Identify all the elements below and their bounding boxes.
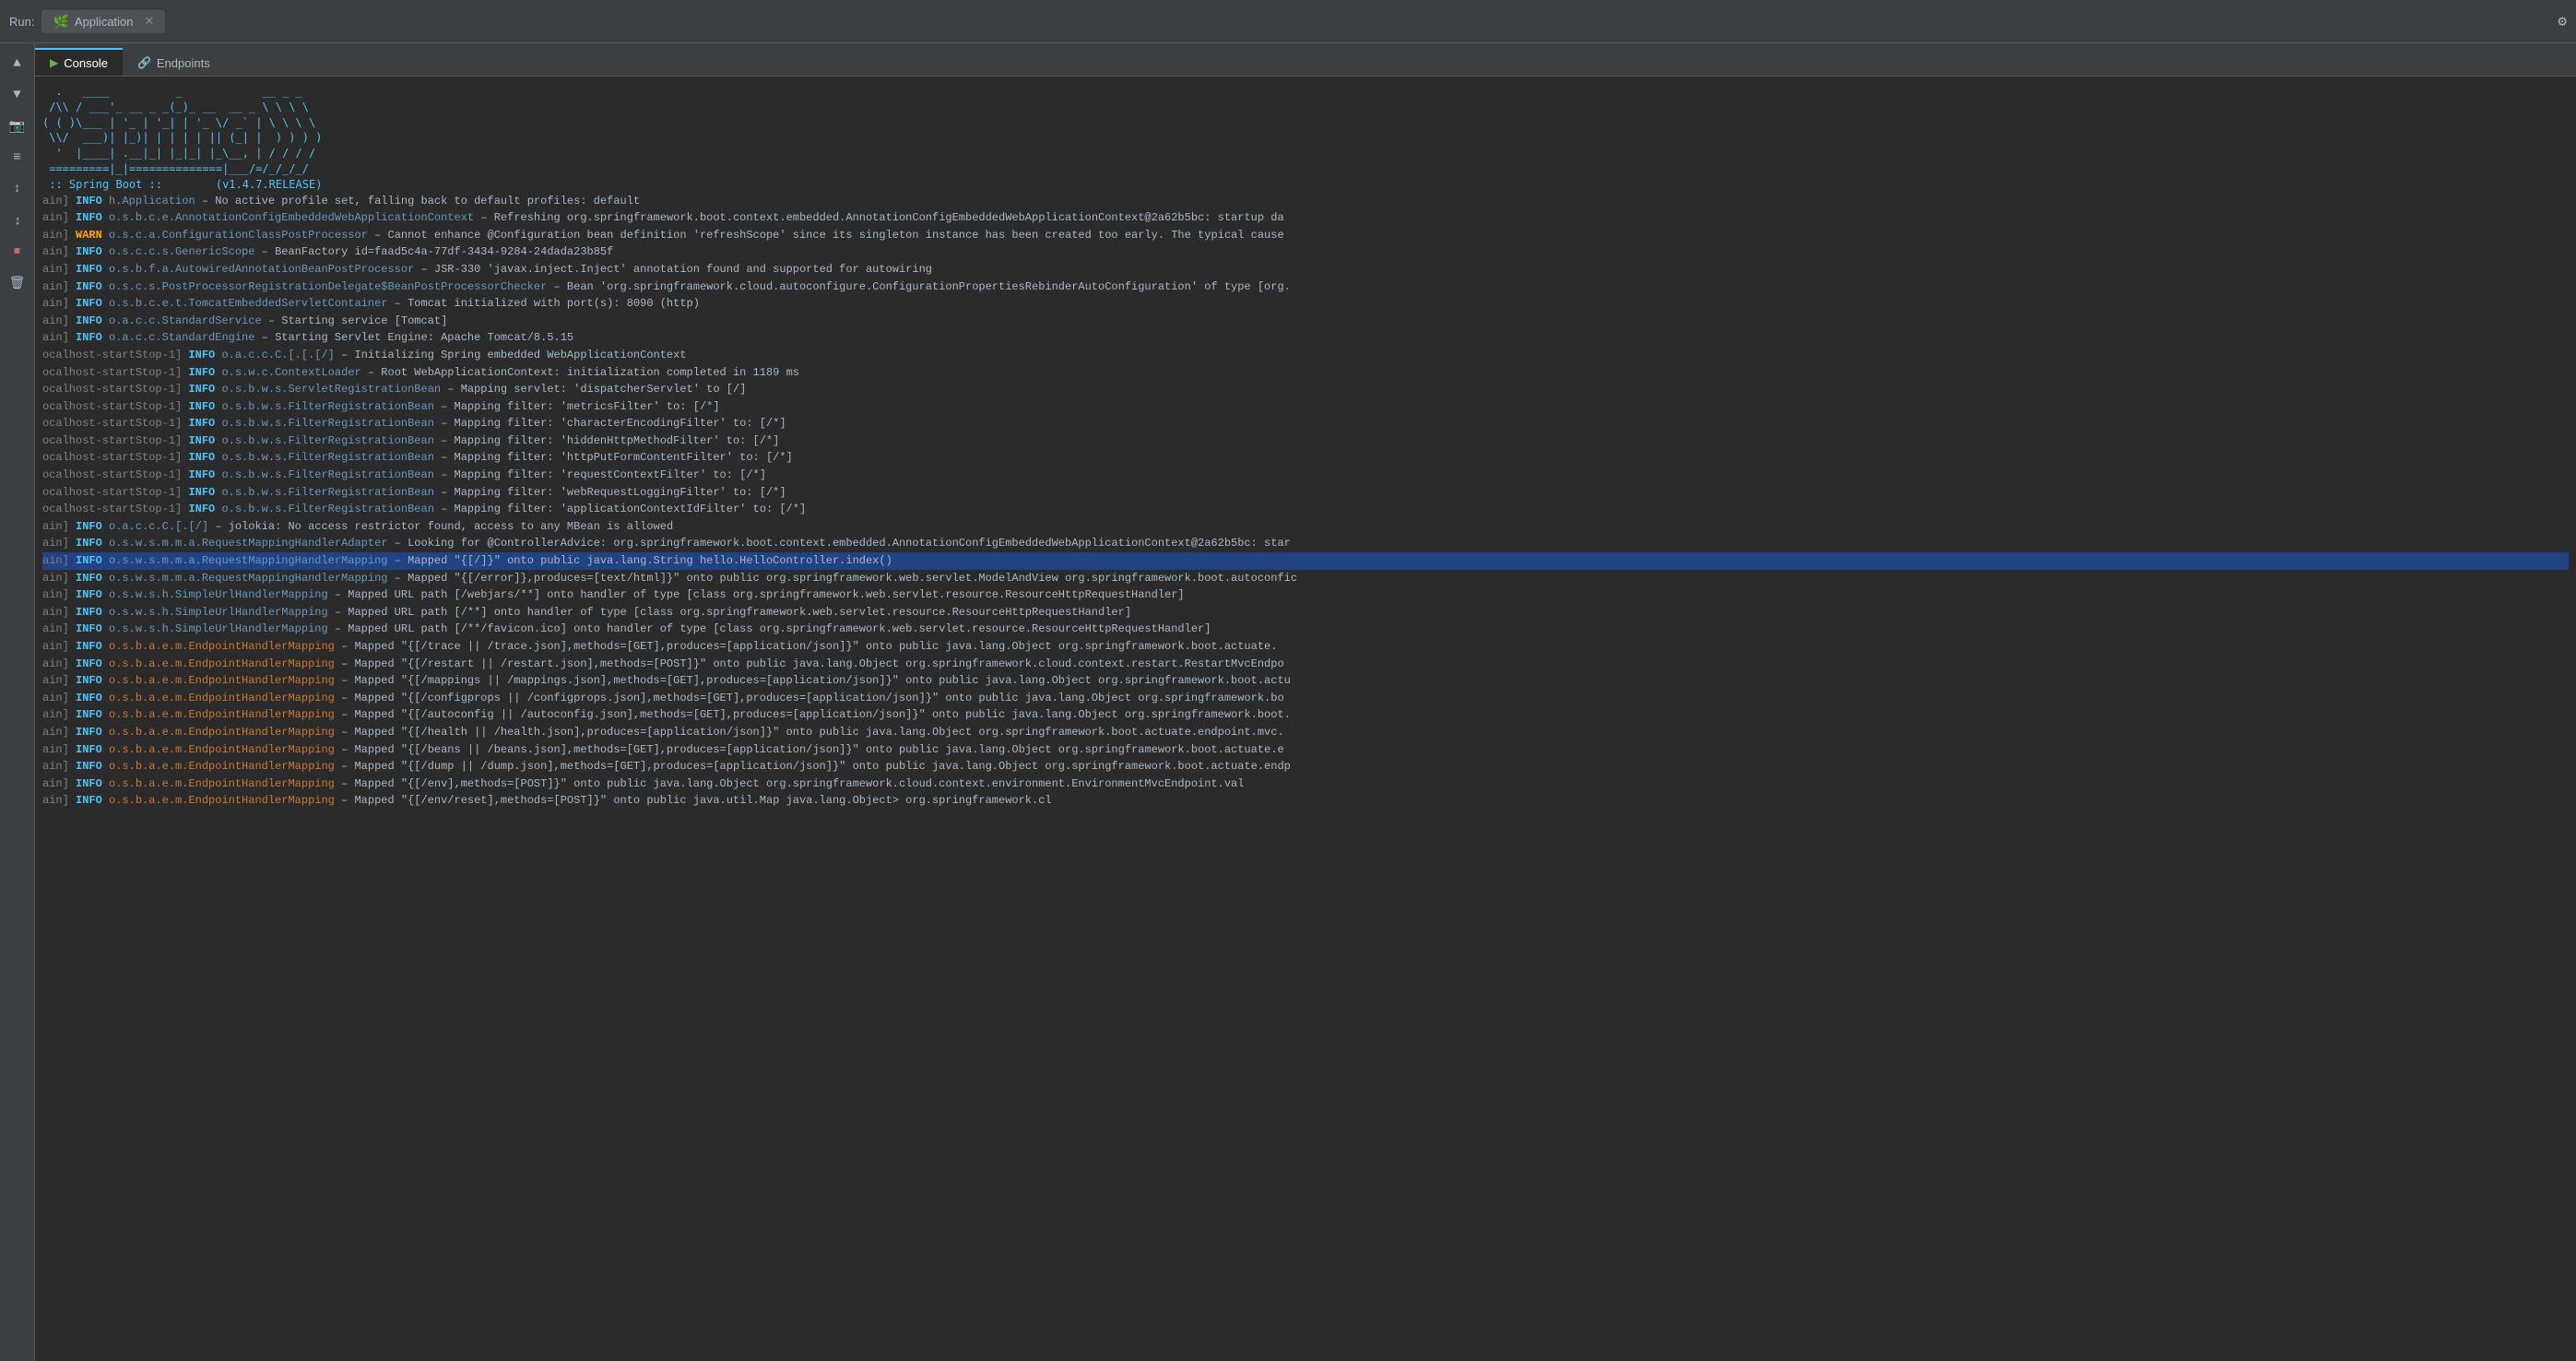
log-line: ain] INFO o.s.w.s.m.m.a.RequestMappingHa… xyxy=(42,570,2569,587)
log-container: ain] INFO h.Application – No active prof… xyxy=(42,193,2569,810)
log-line: ocalhost-startStop-1] INFO o.s.b.w.s.Fil… xyxy=(42,398,2569,416)
log-line: ain] INFO o.s.b.c.e.AnnotationConfigEmbe… xyxy=(42,209,2569,227)
console-output[interactable]: . ____ _ __ _ _ /\\ / ___'_ __ _ _(_)_ _… xyxy=(35,77,2576,1361)
log-line: ain] INFO o.s.b.a.e.m.EndpointHandlerMap… xyxy=(42,638,2569,656)
log-line: ain] INFO h.Application – No active prof… xyxy=(42,193,2569,210)
log-line: ocalhost-startStop-1] INFO o.s.b.w.s.Fil… xyxy=(42,449,2569,467)
log-line: ain] INFO o.s.w.s.m.m.a.RequestMappingHa… xyxy=(42,535,2569,552)
log-line: ain] INFO o.s.b.a.e.m.EndpointHandlerMap… xyxy=(42,706,2569,724)
log-line: ain] INFO o.s.b.c.e.t.TomcatEmbeddedServ… xyxy=(42,295,2569,313)
screenshot-button[interactable]: 📷 xyxy=(5,113,30,139)
log-line: ain] INFO o.s.w.s.h.SimpleUrlHandlerMapp… xyxy=(42,604,2569,621)
tab-endpoints[interactable]: 🔗 Endpoints xyxy=(123,48,225,76)
log-line: ain] INFO o.s.b.a.e.m.EndpointHandlerMap… xyxy=(42,741,2569,759)
scroll-up-button[interactable]: ▲ xyxy=(5,51,30,77)
toolbar: ▲ ▼ 📷 ≡ ↕ ↕ ⏹ 🗑 xyxy=(0,43,35,1361)
endpoints-tab-icon: 🔗 xyxy=(137,56,151,69)
log-line: ain] INFO o.s.c.c.s.GenericScope – BeanF… xyxy=(42,243,2569,261)
log-line: ain] INFO o.a.c.c.StandardService – Star… xyxy=(42,313,2569,330)
log-line: ain] INFO o.s.w.s.h.SimpleUrlHandlerMapp… xyxy=(42,621,2569,638)
run-label: Run: xyxy=(9,15,34,29)
tabs-bar: ▶ Console 🔗 Endpoints xyxy=(35,43,2576,77)
stop-button[interactable]: ⏹ xyxy=(5,239,30,265)
log-line: ain] INFO o.s.b.a.e.m.EndpointHandlerMap… xyxy=(42,758,2569,775)
app-tab[interactable]: 🌿 Application ✕ xyxy=(41,10,165,33)
clear-button[interactable]: 🗑 xyxy=(5,270,30,296)
main-content: ▶ Console 🔗 Endpoints . ____ _ __ _ _ /\… xyxy=(35,43,2576,1361)
tab-console[interactable]: ▶ Console xyxy=(35,48,123,76)
log-line: ocalhost-startStop-1] INFO o.s.w.c.Conte… xyxy=(42,364,2569,382)
log-line: ocalhost-startStop-1] INFO o.s.b.w.s.Fil… xyxy=(42,484,2569,502)
log-line: ocalhost-startStop-1] INFO o.a.c.c.C.[.[… xyxy=(42,347,2569,364)
scroll-start-button[interactable]: ↕ xyxy=(5,207,30,233)
log-line: ain] INFO o.a.c.c.C.[.[/] – jolokia: No … xyxy=(42,518,2569,536)
scroll-down-button[interactable]: ▼ xyxy=(5,82,30,108)
log-line: ain] INFO o.s.b.a.e.m.EndpointHandlerMap… xyxy=(42,690,2569,707)
app-tab-label: Application xyxy=(75,15,134,29)
gear-icon[interactable]: ⚙ xyxy=(2558,12,2567,30)
close-tab-icon[interactable]: ✕ xyxy=(145,14,155,29)
spring-banner: . ____ _ __ _ _ /\\ / ___'_ __ _ _(_)_ _… xyxy=(42,84,2569,193)
log-line: ain] INFO o.s.c.s.PostProcessorRegistrat… xyxy=(42,278,2569,296)
log-line: ain] INFO o.s.b.a.e.m.EndpointHandlerMap… xyxy=(42,656,2569,673)
log-line: ocalhost-startStop-1] INFO o.s.b.w.s.Fil… xyxy=(42,432,2569,450)
log-line: ain] INFO o.s.b.a.e.m.EndpointHandlerMap… xyxy=(42,724,2569,741)
spring-icon: 🌿 xyxy=(53,14,68,30)
log-line: ain] INFO o.a.c.c.StandardEngine – Start… xyxy=(42,329,2569,347)
scroll-end-button[interactable]: ↕ xyxy=(5,176,30,202)
log-line: ain] INFO o.s.b.a.e.m.EndpointHandlerMap… xyxy=(42,792,2569,810)
log-line: ain] INFO o.s.w.s.h.SimpleUrlHandlerMapp… xyxy=(42,586,2569,604)
console-tab-icon: ▶ xyxy=(50,56,58,69)
endpoints-tab-label: Endpoints xyxy=(157,56,210,70)
log-line: ain] WARN o.s.c.a.ConfigurationClassPost… xyxy=(42,227,2569,244)
title-bar: Run: 🌿 Application ✕ ⚙ xyxy=(0,0,2576,43)
soft-wrap-button[interactable]: ≡ xyxy=(5,145,30,171)
log-line: ocalhost-startStop-1] INFO o.s.b.w.s.Fil… xyxy=(42,467,2569,484)
log-line: ocalhost-startStop-1] INFO o.s.b.w.s.Fil… xyxy=(42,415,2569,432)
log-line: ain] INFO o.s.w.s.m.m.a.RequestMappingHa… xyxy=(42,552,2569,570)
log-line: ain] INFO o.s.b.a.e.m.EndpointHandlerMap… xyxy=(42,672,2569,690)
log-line: ain] INFO o.s.b.f.a.AutowiredAnnotationB… xyxy=(42,261,2569,278)
log-line: ain] INFO o.s.b.a.e.m.EndpointHandlerMap… xyxy=(42,775,2569,793)
log-line: ocalhost-startStop-1] INFO o.s.b.w.s.Ser… xyxy=(42,381,2569,398)
log-line: ocalhost-startStop-1] INFO o.s.b.w.s.Fil… xyxy=(42,501,2569,518)
console-tab-label: Console xyxy=(64,56,108,70)
